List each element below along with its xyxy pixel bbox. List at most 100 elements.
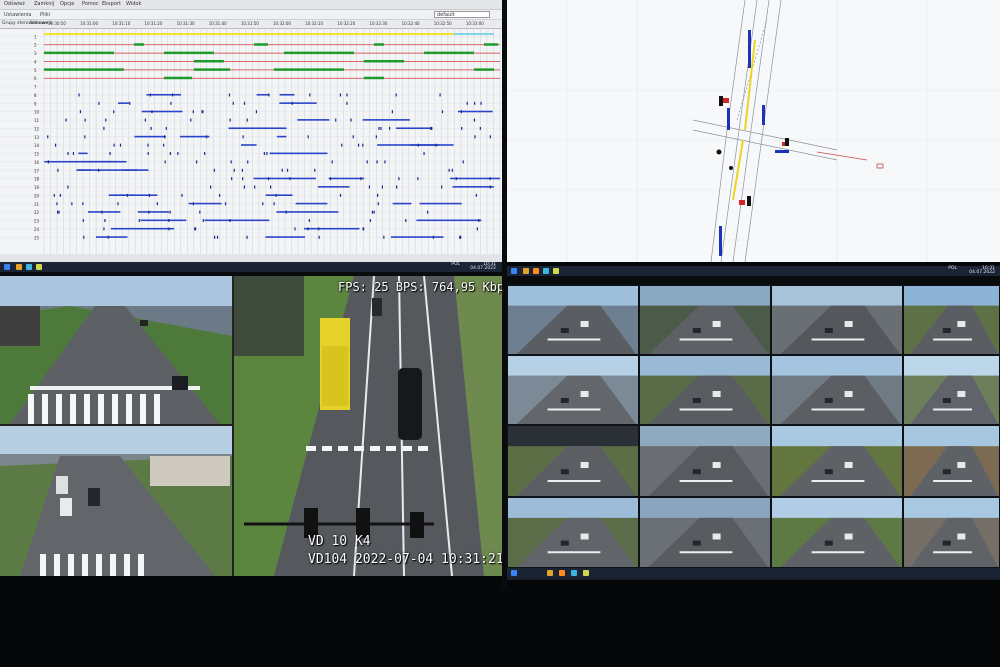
- row-label: 1: [34, 34, 37, 39]
- signal-bar-green: [364, 59, 404, 63]
- app-w-icon[interactable]: [583, 570, 589, 576]
- camera-tile[interactable]: [639, 497, 771, 568]
- camera-tile[interactable]: [507, 285, 639, 355]
- signal-bar-green: [284, 51, 354, 55]
- row-label: 12: [34, 126, 40, 131]
- toolbar-item-refresh[interactable]: Odśwież: [4, 1, 25, 7]
- camera-tile-image: [640, 426, 770, 496]
- camera-tile[interactable]: [771, 285, 903, 355]
- camera-tile[interactable]: [903, 285, 1000, 355]
- signal-tick: [84, 118, 86, 122]
- signal-tick: [156, 202, 158, 206]
- signal-tick: [247, 160, 249, 164]
- signal-tick: [164, 135, 166, 139]
- signal-tick: [169, 210, 171, 214]
- windows-start-icon[interactable]: [511, 268, 517, 274]
- row-label: 3: [34, 51, 37, 56]
- language-indicator[interactable]: POL: [440, 262, 460, 267]
- signal-tick: [79, 110, 82, 114]
- signal-bar-blue: [78, 152, 88, 155]
- signal-tick: [489, 135, 491, 139]
- signal-tick: [138, 219, 140, 223]
- camera-tile-image: [904, 356, 999, 424]
- signal-tick: [376, 193, 379, 197]
- toolbar-item-close[interactable]: Zamknij: [34, 1, 54, 7]
- signal-tick: [378, 126, 380, 130]
- signal-tick: [53, 193, 55, 197]
- toolbar-item-help[interactable]: Pomoc: [82, 1, 99, 7]
- camera-tile[interactable]: [903, 497, 1000, 568]
- toolbar-item-view[interactable]: Widok: [126, 1, 141, 7]
- windows-start-icon[interactable]: [511, 570, 517, 576]
- camera-tile-image: [772, 498, 902, 567]
- signal-bar-blue: [252, 127, 287, 130]
- row-label: 5: [34, 68, 37, 73]
- signal-bar-blue: [179, 135, 210, 138]
- row-label: 17: [34, 168, 40, 173]
- camera-feed-1[interactable]: [0, 276, 232, 424]
- browser-icon[interactable]: [571, 570, 577, 576]
- browser-icon[interactable]: [543, 268, 549, 274]
- signal-bar-blue: [146, 93, 182, 96]
- firefox-icon[interactable]: [559, 570, 565, 576]
- firefox-icon[interactable]: [533, 268, 539, 274]
- signal-tick: [474, 101, 476, 105]
- signal-bar-blue: [279, 102, 317, 104]
- signal-tick: [455, 177, 457, 181]
- signal-tick: [460, 110, 463, 114]
- camera-tile[interactable]: [771, 355, 903, 425]
- folder-icon[interactable]: [523, 268, 529, 274]
- signal-bar-blue: [88, 211, 121, 213]
- signal-tick: [479, 126, 481, 130]
- folder-icon[interactable]: [16, 264, 22, 270]
- search-input[interactable]: default: [434, 11, 490, 18]
- signal-tick: [190, 118, 192, 122]
- camera-tile[interactable]: [639, 425, 771, 497]
- camera-tile[interactable]: [639, 285, 771, 355]
- signal-tick: [67, 152, 69, 156]
- toolbar-item-options[interactable]: Opcje: [60, 1, 74, 7]
- camera-tile[interactable]: [507, 355, 639, 425]
- signal-tick: [289, 177, 291, 181]
- time-tick-label: 10:33:00: [465, 21, 484, 26]
- windows-start-icon[interactable]: [4, 264, 10, 270]
- signal-bar-blue: [204, 219, 270, 222]
- browser-icon[interactable]: [26, 264, 32, 270]
- signal-bar-blue: [377, 144, 439, 146]
- camera-tile[interactable]: [903, 355, 1000, 425]
- system-clock[interactable]: 10:31 04.07.2022: [462, 262, 496, 271]
- row-label: 24: [34, 227, 40, 232]
- system-clock[interactable]: 10:31 04.07.2022: [959, 266, 995, 275]
- signal-bar-blue: [297, 119, 330, 121]
- camera-tile[interactable]: [507, 497, 639, 568]
- row-label: 9: [34, 101, 37, 106]
- signal-bar-blue: [114, 194, 135, 197]
- menu-item-files[interactable]: Pliki: [40, 12, 50, 18]
- signal-tick: [103, 126, 105, 130]
- toolbar-item-export[interactable]: Eksport: [102, 1, 121, 7]
- signal-bar-blue: [450, 177, 500, 180]
- app-w-icon[interactable]: [36, 264, 42, 270]
- taskbar-left: POL 10:31 04.07.2022: [0, 262, 502, 272]
- intersection-map: [507, 0, 1000, 262]
- signal-tick: [417, 177, 419, 181]
- signal-tick: [82, 202, 84, 206]
- signal-tick: [78, 93, 80, 97]
- app-w-icon[interactable]: [553, 268, 559, 274]
- camera-tile[interactable]: [771, 425, 903, 497]
- camera-tile[interactable]: [903, 425, 1000, 497]
- signal-tick: [426, 210, 429, 214]
- language-indicator[interactable]: POL: [937, 266, 957, 271]
- camera-feed-main[interactable]: FPS: 25 BPS: 764,95 Kbps VD 10 K4 VD104 …: [234, 276, 502, 576]
- camera-timestamp-overlay: VD104 2022-07-04 10:31:21: [308, 552, 502, 567]
- camera-tile[interactable]: [639, 355, 771, 425]
- signal-bar-green: [274, 68, 344, 71]
- signal-tick: [54, 143, 57, 147]
- camera-feed-2[interactable]: [0, 426, 232, 576]
- camera-tile-image: [772, 356, 902, 424]
- menu-item-settings[interactable]: Ustawienia: [4, 12, 31, 18]
- folder-icon[interactable]: [547, 570, 553, 576]
- camera-tile[interactable]: [507, 425, 639, 497]
- signal-tick: [242, 135, 244, 139]
- camera-tile[interactable]: [771, 497, 903, 568]
